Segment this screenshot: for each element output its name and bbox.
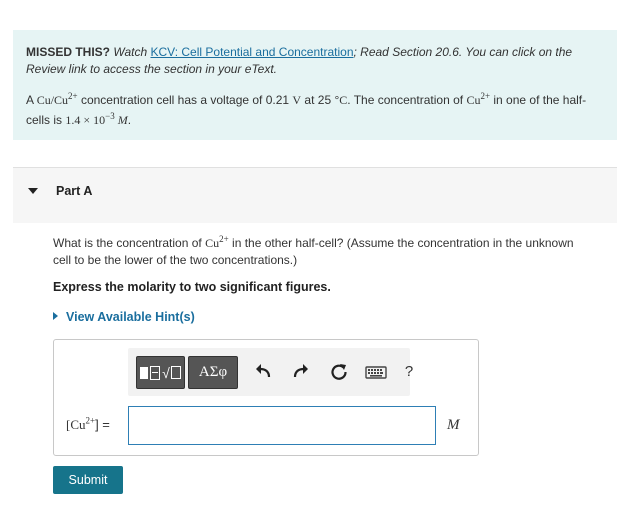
video-link[interactable]: KCV: Cell Potential and Concentration	[150, 45, 353, 59]
question-text: What is the concentration of Cu2+ in the…	[53, 234, 574, 268]
help-button[interactable]: ?	[402, 363, 416, 383]
undo-icon[interactable]	[254, 362, 274, 382]
part-a-header[interactable]: Part A	[13, 167, 617, 223]
instruction-text: Express the molarity to two significant …	[53, 280, 331, 294]
given-concentration: 1.4 × 10−3 M	[65, 111, 128, 128]
redo-icon[interactable]	[290, 362, 310, 382]
submit-button[interactable]: Submit	[53, 466, 123, 494]
missed-this-text: MISSED THIS? Watch KCV: Cell Potential a…	[26, 44, 605, 78]
answer-input[interactable]	[128, 406, 436, 445]
cell-pair: Cu/Cu2+	[36, 91, 78, 108]
unit-label: M	[447, 417, 460, 433]
intro-panel: MISSED THIS? Watch KCV: Cell Potential a…	[13, 30, 617, 140]
keyboard-icon[interactable]	[365, 362, 387, 382]
view-hints-link[interactable]: View Available Hint(s)	[53, 310, 195, 324]
cu-ion: Cu2+	[466, 91, 491, 108]
collapse-triangle-icon[interactable]	[28, 188, 38, 194]
reset-icon[interactable]	[329, 362, 349, 382]
greek-symbols-button[interactable]: AΣφ	[188, 356, 238, 389]
problem-statement: A Cu/Cu2+ concentration cell has a volta…	[26, 91, 587, 128]
watch-text: Watch	[110, 45, 151, 59]
answer-label: [Cu2+] =	[66, 415, 110, 432]
missed-label: MISSED THIS?	[26, 45, 111, 59]
answer-box: √ AΣφ ? [Cu2+] = M	[53, 339, 479, 456]
cu-ion: Cu2+	[205, 234, 229, 251]
templates-button[interactable]: √	[136, 356, 185, 389]
math-toolbar: √ AΣφ ?	[128, 348, 413, 396]
expand-triangle-icon	[53, 312, 58, 320]
part-title: Part A	[56, 184, 93, 198]
